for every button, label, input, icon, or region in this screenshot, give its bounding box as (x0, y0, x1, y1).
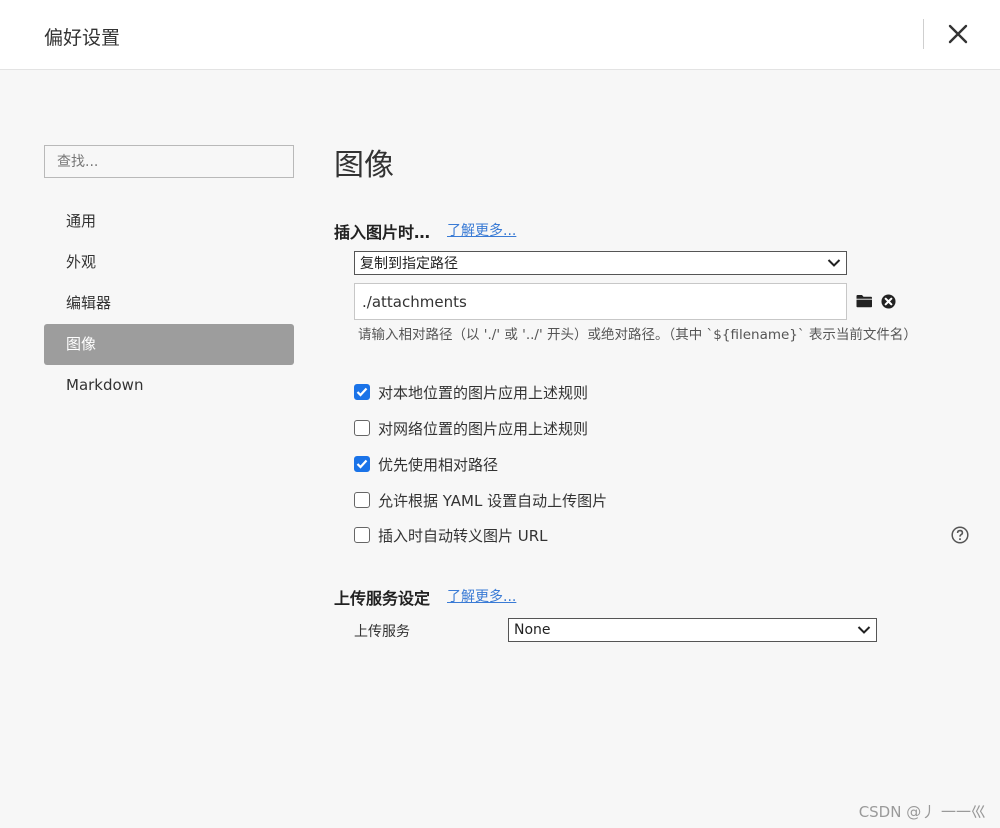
option-label: 对网络位置的图片应用上述规则 (378, 419, 589, 438)
title-bar: 偏好设置 (0, 0, 1000, 70)
close-button[interactable] (942, 18, 974, 50)
insert-action-value: 复制到指定路径 (360, 256, 458, 272)
option-local-images[interactable]: 对本地位置的图片应用上述规则 (354, 381, 588, 403)
checkbox-network-images[interactable] (354, 420, 370, 436)
image-path-input[interactable] (354, 283, 847, 320)
title-divider (923, 19, 924, 49)
checkmark-icon (356, 459, 368, 469)
sidebar-item-markdown[interactable]: Markdown (44, 365, 294, 406)
insert-learn-more-link[interactable]: 了解更多... (447, 220, 516, 240)
option-label: 优先使用相对路径 (378, 455, 499, 474)
browse-folder-button[interactable] (855, 293, 873, 309)
insert-image-heading: 插入图片时… (334, 223, 431, 242)
option-prefer-relative[interactable]: 优先使用相对路径 (354, 453, 498, 475)
checkbox-escape-url[interactable] (354, 527, 370, 543)
help-icon[interactable] (951, 526, 969, 544)
upload-service-value: None (514, 622, 551, 638)
chevron-down-icon (827, 259, 841, 267)
sidebar-item-editor[interactable]: 编辑器 (44, 283, 294, 324)
option-network-images[interactable]: 对网络位置的图片应用上述规则 (354, 417, 588, 439)
upload-learn-more-link[interactable]: 了解更多... (447, 586, 516, 606)
clear-icon (881, 294, 896, 309)
option-label: 对本地位置的图片应用上述规则 (378, 383, 589, 402)
upload-service-label: 上传服务 (354, 624, 410, 640)
watermark: CSDN @丿 一一巛 (858, 803, 986, 821)
close-icon (948, 24, 968, 44)
checkbox-local-images[interactable] (354, 384, 370, 400)
path-hint-text: 请输入相对路径（以 './' 或 '../' 开头）或绝对路径。（其中 `${f… (358, 327, 917, 343)
chevron-down-icon (857, 626, 871, 634)
search-input[interactable] (44, 145, 294, 178)
insert-action-select[interactable]: 复制到指定路径 (354, 251, 847, 275)
checkmark-icon (356, 387, 368, 397)
window-title: 偏好设置 (44, 27, 121, 49)
clear-path-button[interactable] (880, 293, 897, 310)
upload-service-heading: 上传服务设定 (334, 589, 431, 608)
folder-icon (856, 295, 872, 308)
sidebar-item-image[interactable]: 图像 (44, 324, 294, 365)
checkbox-prefer-relative[interactable] (354, 456, 370, 472)
sidebar-nav: 通用 外观 编辑器 图像 Markdown (44, 201, 294, 406)
option-label: 插入时自动转义图片 URL (378, 526, 548, 545)
sidebar-item-appearance[interactable]: 外观 (44, 242, 294, 283)
option-yaml-upload[interactable]: 允许根据 YAML 设置自动上传图片 (354, 489, 607, 511)
upload-service-select[interactable]: None (508, 618, 877, 642)
option-label: 允许根据 YAML 设置自动上传图片 (378, 491, 608, 510)
checkbox-yaml-upload[interactable] (354, 492, 370, 508)
sidebar-item-general[interactable]: 通用 (44, 201, 294, 242)
option-escape-url[interactable]: 插入时自动转义图片 URL (354, 524, 548, 546)
page-title: 图像 (334, 148, 394, 183)
